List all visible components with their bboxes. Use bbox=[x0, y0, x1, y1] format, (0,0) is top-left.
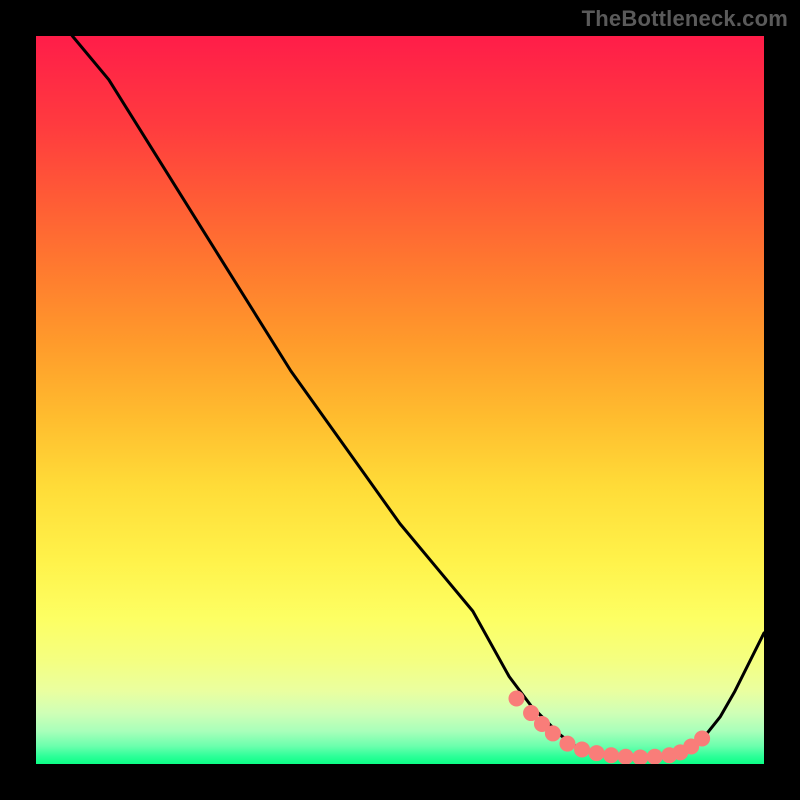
chart-svg bbox=[36, 36, 764, 764]
data-marker bbox=[574, 741, 590, 757]
chart-container: TheBottleneck.com bbox=[0, 0, 800, 800]
data-marker bbox=[559, 736, 575, 752]
data-marker bbox=[589, 745, 605, 761]
data-marker bbox=[545, 725, 561, 741]
gradient-background bbox=[36, 36, 764, 764]
data-marker bbox=[647, 749, 663, 764]
plot-area bbox=[36, 36, 764, 764]
watermark-text: TheBottleneck.com bbox=[582, 6, 788, 32]
data-marker bbox=[603, 747, 619, 763]
data-marker bbox=[508, 690, 524, 706]
data-marker bbox=[618, 749, 634, 764]
data-marker bbox=[694, 731, 710, 747]
